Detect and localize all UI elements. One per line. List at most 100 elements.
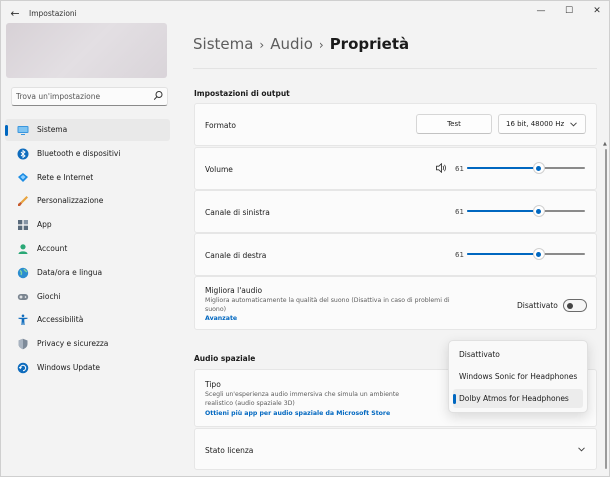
slider-thumb[interactable] — [533, 163, 544, 173]
store-link[interactable]: Ottieni più app per audio spaziale da Mi… — [205, 410, 390, 417]
sidebar-item-label: Giochi — [37, 291, 61, 301]
brush-icon — [18, 196, 28, 207]
sidebar-item-label: Privacy e sicurezza — [37, 339, 109, 349]
toggle-knob — [566, 302, 573, 309]
dropdown-option-disattivato[interactable]: Disattivato — [453, 345, 583, 364]
shield-icon — [18, 338, 28, 350]
sidebar-item-label: Sistema — [37, 125, 68, 134]
test-button[interactable]: Test — [416, 114, 492, 134]
right-channel-slider[interactable] — [467, 247, 585, 261]
sidebar-item-bluetooth[interactable]: Bluetooth e dispositivi — [5, 143, 170, 165]
option-label: Windows Sonic for Headphones — [459, 372, 578, 381]
sidebar-item-data-ora[interactable]: Data/ora e lingua — [5, 262, 170, 284]
sidebar-item-label: Account — [37, 243, 68, 253]
format-card: Formato Test 16 bit, 48000 Hz — [194, 103, 597, 146]
left-channel-label: Canale di sinistra — [205, 208, 270, 217]
breadcrumb-sistema[interactable]: Sistema — [193, 35, 253, 53]
bluetooth-icon — [17, 148, 29, 160]
sidebar-item-windows-update[interactable]: Windows Update — [5, 357, 170, 379]
search-input[interactable] — [16, 90, 146, 103]
dropdown-option-windows-sonic[interactable]: Windows Sonic for Headphones — [453, 367, 583, 386]
accessibility-icon — [18, 314, 28, 326]
enhance-title: Migliora l'audio — [205, 286, 263, 295]
format-label: Formato — [205, 121, 237, 130]
page-title: Proprietà — [329, 35, 410, 53]
maximize-button[interactable]: ☐ — [555, 3, 583, 19]
sidebar-item-personalizzazione[interactable]: Personalizzazione — [5, 190, 170, 212]
spatial-type-dropdown: Disattivato Windows Sonic for Headphones… — [448, 340, 588, 413]
right-channel-value: 61 — [455, 251, 464, 259]
sidebar-item-label: Data/ora e lingua — [37, 267, 103, 277]
chevron-right-icon: › — [259, 38, 265, 52]
sidebar-item-giochi[interactable]: Giochi — [5, 286, 170, 308]
sidebar-item-label: Accessibilità — [37, 315, 84, 325]
settings-window: ← Impostazioni — ☐ ✕ Sistema — [0, 0, 610, 477]
breadcrumb: Sistema › Audio › Proprietà — [193, 35, 409, 53]
dropdown-option-dolby-atmos[interactable]: Dolby Atmos for Headphones — [453, 389, 583, 408]
volume-label: Volume — [205, 165, 233, 174]
option-label: Dolby Atmos for Headphones — [459, 394, 569, 403]
sidebar-item-privacy[interactable]: Privacy e sicurezza — [5, 333, 170, 355]
sidebar-item-sistema[interactable]: Sistema — [5, 119, 170, 141]
license-card[interactable]: Stato licenza — [194, 428, 597, 470]
close-button[interactable]: ✕ — [583, 3, 609, 19]
slider-thumb[interactable] — [533, 206, 544, 216]
option-label: Disattivato — [459, 350, 500, 359]
license-label: Stato licenza — [205, 446, 254, 455]
sidebar-item-label: Windows Update — [37, 362, 101, 372]
sidebar-nav: Sistema Bluetooth e dispositivi Rete e I… — [5, 119, 170, 381]
speaker-icon[interactable] — [436, 163, 447, 173]
spatial-type-description: Scegli un'esperienza audio immersiva che… — [205, 391, 400, 407]
volume-slider[interactable] — [467, 161, 585, 175]
account-icon — [18, 244, 28, 254]
left-channel-card: Canale di sinistra 61 — [194, 190, 597, 233]
system-icon — [17, 126, 29, 135]
gamepad-icon — [17, 293, 29, 300]
active-indicator — [5, 125, 8, 136]
chevron-right-icon: › — [318, 38, 324, 52]
sidebar-item-label: Bluetooth e dispositivi — [37, 148, 121, 158]
chevron-down-icon[interactable] — [578, 447, 585, 452]
user-profile-card[interactable] — [6, 23, 167, 78]
breadcrumb-audio[interactable]: Audio — [270, 35, 313, 53]
back-button[interactable]: ← — [7, 6, 23, 22]
search-box[interactable] — [11, 87, 168, 106]
chevron-down-icon — [570, 122, 577, 127]
sidebar-item-rete[interactable]: Rete e Internet — [5, 167, 170, 189]
sidebar: Sistema Bluetooth e dispositivi Rete e I… — [1, 23, 181, 476]
format-select-value: 16 bit, 48000 Hz — [506, 120, 565, 128]
search-icon[interactable] — [153, 90, 163, 102]
section-title-output: Impostazioni di output — [194, 89, 290, 98]
network-icon — [18, 172, 28, 182]
sidebar-item-app[interactable]: App — [5, 214, 170, 236]
enhance-description: Migliora automaticamente la qualità del … — [205, 297, 450, 313]
update-icon — [17, 362, 29, 374]
slider-thumb[interactable] — [533, 249, 544, 259]
volume-card: Volume 61 — [194, 147, 597, 190]
section-title-spatial: Audio spaziale — [194, 354, 256, 363]
scrollbar[interactable] — [605, 149, 607, 469]
advanced-link[interactable]: Avanzate — [205, 315, 237, 322]
scroll-up-arrow-icon[interactable]: ▲ — [603, 141, 607, 147]
right-channel-label: Canale di destra — [205, 251, 267, 260]
minimize-button[interactable]: — — [527, 3, 555, 19]
spatial-type-title: Tipo — [205, 380, 221, 389]
globe-icon — [17, 267, 29, 278]
sidebar-item-label: Personalizzazione — [37, 196, 104, 206]
sidebar-item-accessibilita[interactable]: Accessibilità — [5, 309, 170, 331]
sidebar-item-label: Rete e Internet — [37, 172, 94, 182]
format-select[interactable]: 16 bit, 48000 Hz — [498, 114, 586, 134]
left-channel-slider[interactable] — [467, 204, 585, 218]
enhance-state-label: Disattivato — [517, 301, 558, 310]
enhance-audio-toggle[interactable] — [563, 299, 587, 312]
app-title: Impostazioni — [29, 9, 77, 18]
sidebar-item-label: App — [37, 220, 52, 230]
sidebar-item-account[interactable]: Account — [5, 238, 170, 260]
selected-indicator — [453, 394, 456, 404]
right-channel-card: Canale di destra 61 — [194, 233, 597, 276]
apps-icon — [18, 220, 28, 231]
divider — [193, 68, 597, 69]
volume-value: 61 — [455, 165, 464, 173]
enhance-audio-card: Migliora l'audio Migliora automaticament… — [194, 276, 597, 330]
left-channel-value: 61 — [455, 208, 464, 216]
